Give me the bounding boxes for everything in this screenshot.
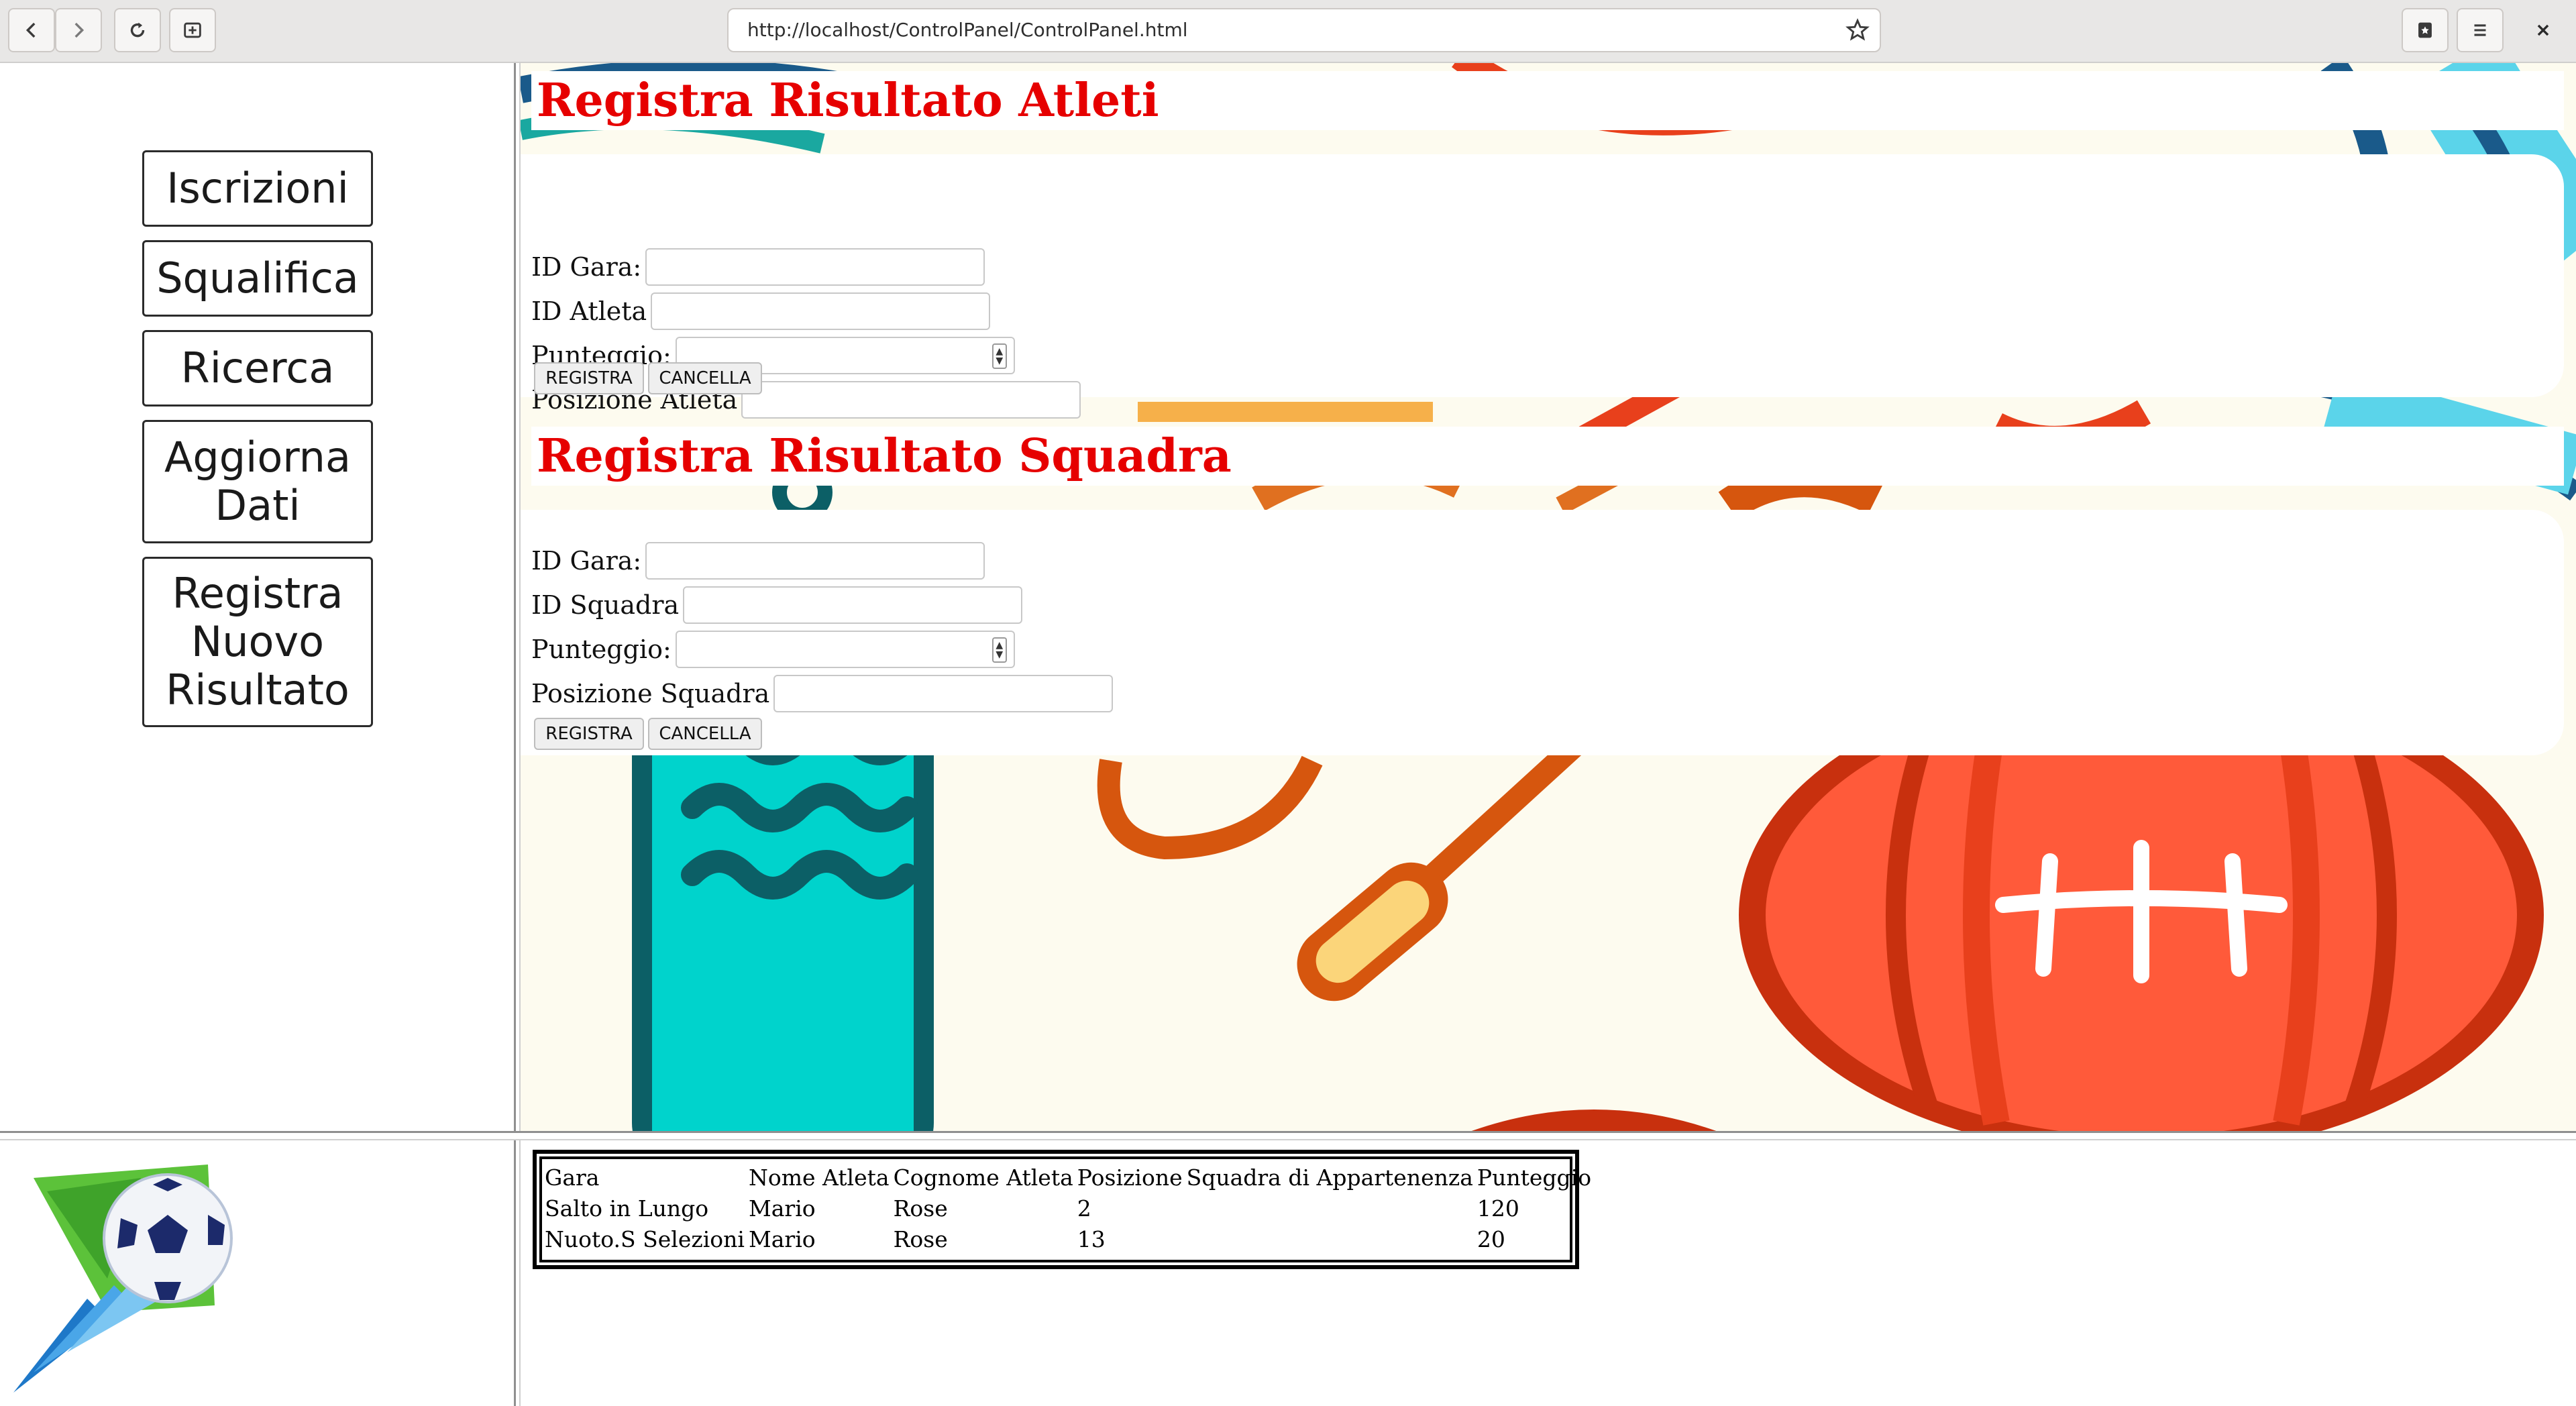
frame-divider-horizontal[interactable] <box>0 1131 2576 1140</box>
athlete-id-gara-input[interactable] <box>645 248 985 286</box>
results-table-border: Gara Nome Atleta Cognome Atleta Posizion… <box>533 1150 1591 1269</box>
table-cell: 13 <box>1077 1226 1106 1252</box>
bookmarks-button[interactable] <box>2402 8 2449 52</box>
nav-iscrizioni-button[interactable]: Iscrizioni <box>142 150 373 227</box>
browser-toolbar: http://localhost/ControlPanel/ControlPan… <box>0 0 2576 63</box>
team-posizione-label: Posizione Squadra <box>531 679 770 708</box>
back-button[interactable] <box>8 8 55 52</box>
forward-button[interactable] <box>55 8 102 52</box>
table-row: Nuoto.S Selezioni Mario Rose 13 20 <box>545 1224 1595 1254</box>
athlete-id-atleta-label: ID Atleta <box>531 296 647 326</box>
hamburger-icon <box>2474 24 2486 36</box>
main-frame: Registra Risultato Atleti ID Gara: ID At… <box>521 63 2576 1131</box>
spinner-arrows-icon[interactable]: ▲ ▼ <box>991 637 1007 663</box>
team-id-gara-row: ID Gara: <box>531 541 985 581</box>
table-cell <box>1187 1224 1477 1254</box>
table-header: Gara <box>545 1164 600 1191</box>
team-id-gara-label: ID Gara: <box>531 546 642 576</box>
logo-frame <box>0 1140 514 1406</box>
reload-icon <box>130 22 145 38</box>
athlete-id-gara-row: ID Gara: <box>531 247 985 287</box>
athlete-id-atleta-row: ID Atleta <box>531 291 991 331</box>
close-window-button[interactable] <box>2520 8 2567 52</box>
reload-button[interactable] <box>114 8 161 52</box>
menu-button[interactable] <box>2457 8 2504 52</box>
table-cell: 120 <box>1477 1195 1519 1222</box>
soccer-logo <box>13 1165 233 1393</box>
nav-frame: Iscrizioni Squalifica Ricerca Aggiorna D… <box>0 63 514 1131</box>
nav-aggiorna-dati-button[interactable]: Aggiorna Dati <box>142 420 373 543</box>
table-header-row: Gara Nome Atleta Cognome Atleta Posizion… <box>545 1162 1595 1193</box>
team-punteggio-row: Punteggio: ▲ ▼ <box>531 629 1015 669</box>
table-row: Salto in Lungo Mario Rose 2 120 <box>545 1193 1595 1224</box>
table-header: Cognome Atleta <box>893 1164 1073 1191</box>
table-header: Nome Atleta <box>748 1164 890 1191</box>
team-cancel-button[interactable]: CANCELLA <box>648 718 762 750</box>
team-punteggio-label: Punteggio: <box>531 635 672 664</box>
results-frame: Gara Nome Atleta Cognome Atleta Posizion… <box>521 1140 2576 1406</box>
athlete-form-title: Registra Risultato Atleti <box>531 71 2564 130</box>
team-id-gara-input[interactable] <box>645 542 985 580</box>
table-header: Punteggio <box>1477 1164 1592 1191</box>
table-cell: Nuoto.S Selezioni <box>545 1226 745 1252</box>
frame-divider-vertical[interactable] <box>514 63 521 1406</box>
athlete-register-button[interactable]: REGISTRA <box>534 362 644 394</box>
address-bar[interactable]: http://localhost/ControlPanel/ControlPan… <box>727 8 1881 52</box>
table-cell <box>1187 1193 1477 1224</box>
table-cell: 20 <box>1477 1226 1505 1252</box>
close-icon <box>2537 24 2549 36</box>
athlete-id-atleta-input[interactable] <box>651 292 991 330</box>
athlete-posizione-input[interactable] <box>741 381 1081 419</box>
table-header: Squadra di Appartenenza <box>1186 1164 1473 1191</box>
chevron-right-icon <box>74 22 85 38</box>
team-form-title: Registra Risultato Squadra <box>531 427 2564 486</box>
team-register-button[interactable]: REGISTRA <box>534 718 644 750</box>
table-cell: Salto in Lungo <box>545 1195 709 1222</box>
nav-registra-risultato-button[interactable]: Registra Nuovo Risultato <box>142 557 373 727</box>
table-cell: Rose <box>893 1195 948 1222</box>
table-cell: Mario <box>748 1195 816 1222</box>
team-punteggio-input[interactable]: ▲ ▼ <box>675 631 1015 668</box>
team-id-squadra-row: ID Squadra <box>531 585 1023 625</box>
athlete-id-gara-label: ID Gara: <box>531 252 642 282</box>
table-header: Posizione <box>1077 1164 1183 1191</box>
results-table-inner-border: Gara Nome Atleta Cognome Atleta Posizion… <box>539 1156 1591 1262</box>
new-tab-button[interactable] <box>169 8 216 52</box>
bookmarks-icon <box>2418 22 2432 38</box>
team-id-squadra-input[interactable] <box>683 586 1023 624</box>
url-text: http://localhost/ControlPanel/ControlPan… <box>747 19 1188 41</box>
spinner-arrows-icon[interactable]: ▲ ▼ <box>991 343 1007 369</box>
chevron-left-icon <box>25 22 36 38</box>
add-tab-icon <box>184 22 201 38</box>
nav-ricerca-button[interactable]: Ricerca <box>142 330 373 407</box>
team-id-squadra-label: ID Squadra <box>531 590 680 620</box>
bookmark-star-icon[interactable] <box>1845 17 1870 43</box>
nav-squalifica-button[interactable]: Squalifica <box>142 240 373 317</box>
athlete-form: ID Gara: ID Atleta Punteggio: ▲ ▼ Posizio… <box>521 154 2564 419</box>
team-posizione-input[interactable] <box>773 675 1114 712</box>
table-cell: Mario <box>748 1226 816 1252</box>
team-posizione-row: Posizione Squadra <box>531 673 1114 714</box>
table-cell: Rose <box>893 1226 948 1252</box>
athlete-cancel-button[interactable]: CANCELLA <box>648 362 762 394</box>
table-cell: 2 <box>1077 1195 1091 1222</box>
results-table: Gara Nome Atleta Cognome Atleta Posizion… <box>545 1162 1595 1254</box>
